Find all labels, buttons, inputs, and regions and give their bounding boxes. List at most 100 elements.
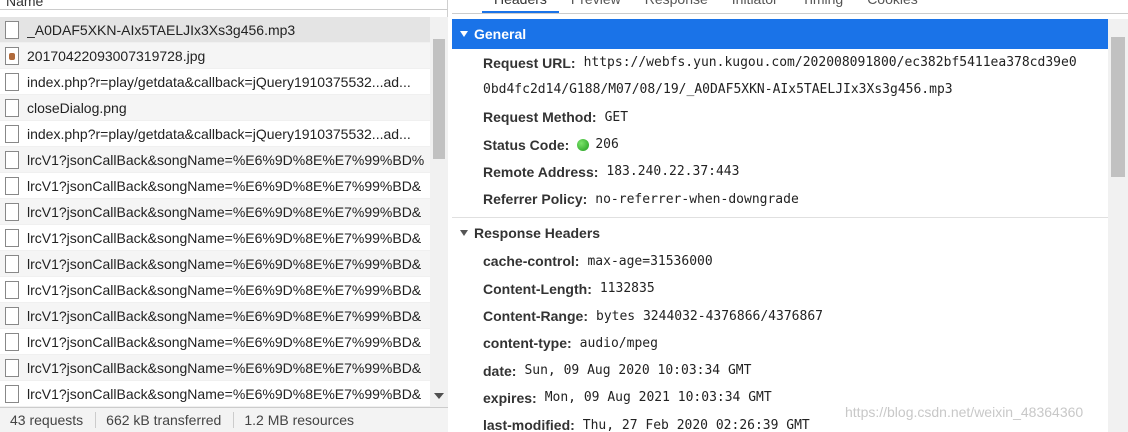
file-icon <box>5 176 19 195</box>
response-header-row: Content-Range: bytes 3244032-4376866/4376… <box>452 302 1108 329</box>
header-key: date: <box>483 362 517 379</box>
request-row[interactable]: closeDialog.png <box>0 95 430 121</box>
file-icon <box>5 98 19 117</box>
network-request-list: Name _A0DAF5XKN-AIx5TAELJIx3Xs3g456.mp3 2… <box>0 0 448 432</box>
tab-response[interactable]: Response <box>633 0 720 13</box>
request-details-panel: HeadersPreviewResponseInitiatorTimingCoo… <box>452 0 1128 432</box>
request-name: lrcV1?jsonCallBack&songName=%E6%9D%8E%E7… <box>27 255 422 272</box>
request-row[interactable]: 20170422093007319728.jpg <box>0 43 430 69</box>
request-name: lrcV1?jsonCallBack&songName=%E6%9D%8E%E7… <box>27 151 425 168</box>
header-key: Content-Range: <box>483 308 588 325</box>
header-key: Content-Length: <box>483 280 592 297</box>
referrer-policy-value: no-referrer-when-downgrade <box>595 191 799 207</box>
scrollbar-thumb[interactable] <box>433 39 445 159</box>
header-value: Sun, 09 Aug 2020 10:03:34 GMT <box>524 363 752 379</box>
response-header-row: content-type: audio/mpeg <box>452 330 1108 357</box>
request-name: lrcV1?jsonCallBack&songName=%E6%9D%8E%E7… <box>27 229 422 246</box>
remote-address-row: Remote Address: 183.240.22.37:443 <box>452 158 1108 185</box>
headers-content: General Request URL: https://webfs.yun.k… <box>452 19 1108 432</box>
request-name: index.php?r=play/getdata&callback=jQuery… <box>27 125 411 142</box>
detail-tabs: HeadersPreviewResponseInitiatorTimingCoo… <box>452 0 1128 14</box>
request-name: _A0DAF5XKN-AIx5TAELJIx3Xs3g456.mp3 <box>27 21 296 38</box>
request-row[interactable]: lrcV1?jsonCallBack&songName=%E6%9D%8E%E7… <box>0 173 430 199</box>
request-row[interactable]: index.php?r=play/getdata&callback=jQuery… <box>0 69 430 95</box>
request-row[interactable]: index.php?r=play/getdata&callback=jQuery… <box>0 121 430 147</box>
request-row[interactable]: lrcV1?jsonCallBack&songName=%E6%9D%8E%E7… <box>0 225 430 251</box>
request-list-scrollbar[interactable] <box>430 17 448 407</box>
tab-preview[interactable]: Preview <box>559 0 633 13</box>
header-key: content-type: <box>483 335 572 352</box>
header-value: bytes 3244032-4376866/4376867 <box>596 308 823 324</box>
request-row[interactable]: lrcV1?jsonCallBack&songName=%E6%9D%8E%E7… <box>0 147 430 173</box>
file-icon <box>5 20 19 39</box>
file-icon <box>5 72 19 91</box>
status-ok-icon <box>577 138 590 151</box>
tab-cookies[interactable]: Cookies <box>855 0 930 13</box>
request-url-row: Request URL: https://webfs.yun.kugou.com… <box>452 49 1108 76</box>
response-headers-section-header[interactable]: Response Headers <box>452 218 1108 248</box>
status-code-label: Status Code: <box>483 136 570 153</box>
request-name: lrcV1?jsonCallBack&songName=%E6%9D%8E%E7… <box>27 359 422 376</box>
request-url-continuation: 0bd4fc2d14/G188/M07/08/19/_A0DAF5XKN-AIx… <box>452 76 1108 103</box>
request-name: lrcV1?jsonCallBack&songName=%E6%9D%8E%E7… <box>27 177 422 194</box>
request-name: lrcV1?jsonCallBack&songName=%E6%9D%8E%E7… <box>27 281 422 298</box>
header-value: Thu, 27 Feb 2020 02:26:39 GMT <box>582 417 810 432</box>
request-rows: _A0DAF5XKN-AIx5TAELJIx3Xs3g456.mp3 201704… <box>0 17 430 407</box>
response-headers-title: Response Headers <box>474 224 601 241</box>
request-name: 20170422093007319728.jpg <box>27 47 206 64</box>
remote-address-label: Remote Address: <box>483 163 599 180</box>
file-icon <box>5 150 19 169</box>
tab-initiator[interactable]: Initiator <box>720 0 790 13</box>
header-value: 1132835 <box>599 281 655 297</box>
file-icon <box>5 384 19 403</box>
request-url-value: https://webfs.yun.kugou.com/202008091800… <box>583 55 1077 71</box>
remote-address-value: 183.240.22.37:443 <box>606 164 740 180</box>
header-value: Mon, 09 Aug 2021 10:03:34 GMT <box>544 390 772 406</box>
file-icon <box>5 228 19 247</box>
scroll-down-icon[interactable] <box>434 393 444 399</box>
request-url-label: Request URL: <box>483 54 576 71</box>
request-row[interactable]: lrcV1?jsonCallBack&songName=%E6%9D%8E%E7… <box>0 329 430 355</box>
watermark: https://blog.csdn.net/weixin_48364360 <box>845 404 1084 420</box>
request-row[interactable]: lrcV1?jsonCallBack&songName=%E6%9D%8E%E7… <box>0 277 430 303</box>
request-name: lrcV1?jsonCallBack&songName=%E6%9D%8E%E7… <box>27 385 422 402</box>
request-row[interactable]: lrcV1?jsonCallBack&songName=%E6%9D%8E%E7… <box>0 199 430 225</box>
request-method-row: Request Method: GET <box>452 104 1108 131</box>
request-row[interactable]: lrcV1?jsonCallBack&songName=%E6%9D%8E%E7… <box>0 303 430 329</box>
general-section-header[interactable]: General <box>452 19 1108 49</box>
header-value: audio/mpeg <box>579 335 658 351</box>
transferred-size: 662 kB transferred <box>96 412 235 428</box>
file-icon <box>5 124 19 143</box>
request-count: 43 requests <box>0 412 97 428</box>
request-method-label: Request Method: <box>483 109 597 126</box>
header-key: cache-control: <box>483 253 580 270</box>
expand-triangle-icon <box>460 229 468 236</box>
name-column-header[interactable]: Name <box>0 0 448 10</box>
request-url-value-line2: 0bd4fc2d14/G188/M07/08/19/_A0DAF5XKN-AIx… <box>483 82 953 98</box>
response-header-row: cache-control: max-age=31536000 <box>452 248 1108 275</box>
header-key: expires: <box>483 389 537 406</box>
file-icon <box>5 358 19 377</box>
status-code-value: 206 <box>595 137 619 153</box>
tab-timing[interactable]: Timing <box>790 0 856 13</box>
file-icon <box>5 254 19 273</box>
network-status-bar: 43 requests 662 kB transferred 1.2 MB re… <box>0 407 448 432</box>
tab-headers[interactable]: Headers <box>482 0 559 13</box>
request-row[interactable]: _A0DAF5XKN-AIx5TAELJIx3Xs3g456.mp3 <box>0 17 430 43</box>
request-method-value: GET <box>604 109 629 125</box>
request-name: index.php?r=play/getdata&callback=jQuery… <box>27 73 411 90</box>
image-icon <box>5 46 19 65</box>
details-scrollbar[interactable] <box>1108 19 1128 432</box>
request-row[interactable]: lrcV1?jsonCallBack&songName=%E6%9D%8E%E7… <box>0 381 430 407</box>
resources-size: 1.2 MB resources <box>244 412 355 428</box>
expand-triangle-icon <box>460 31 468 37</box>
request-row[interactable]: lrcV1?jsonCallBack&songName=%E6%9D%8E%E7… <box>0 251 430 277</box>
response-header-row: Content-Length: 1132835 <box>452 275 1108 302</box>
status-code-row: Status Code: 206 <box>452 131 1108 158</box>
request-name: lrcV1?jsonCallBack&songName=%E6%9D%8E%E7… <box>27 307 422 324</box>
response-header-row: date: Sun, 09 Aug 2020 10:03:34 GMT <box>452 357 1108 384</box>
referrer-policy-row: Referrer Policy: no-referrer-when-downgr… <box>452 185 1108 212</box>
request-row[interactable]: lrcV1?jsonCallBack&songName=%E6%9D%8E%E7… <box>0 355 430 381</box>
scrollbar-thumb[interactable] <box>1111 37 1125 177</box>
request-name: closeDialog.png <box>27 99 127 116</box>
